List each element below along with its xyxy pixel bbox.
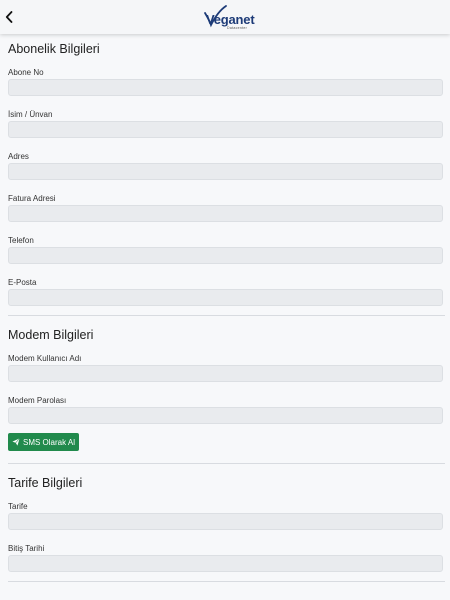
subscriber-number-label: Abone No	[8, 68, 44, 77]
billing-address-label: Fatura Adresi	[8, 194, 56, 203]
tariff-section-title: Tarife Bilgileri	[8, 476, 83, 490]
modem-section-title-wrap: Modem Bilgileri	[8, 327, 93, 344]
subscriber-number-field[interactable]	[8, 79, 443, 96]
phone-field[interactable]	[8, 247, 443, 264]
address-label-wrap: Adres	[8, 152, 29, 162]
top-bar: Veganet Datacenter	[0, 0, 450, 34]
name-title-field[interactable]	[8, 121, 443, 138]
subscription-section-title-wrap: Abonelik Bilgileri	[8, 41, 100, 58]
modem-password-field[interactable]	[8, 407, 443, 424]
email-field[interactable]	[8, 289, 443, 306]
end-date-field[interactable]	[8, 555, 443, 572]
end-date-label-wrap: Bitiş Tarihi	[8, 544, 44, 554]
paper-plane-icon	[12, 438, 20, 446]
address-field[interactable]	[8, 163, 443, 180]
billing-address-field[interactable]	[8, 205, 443, 222]
send-sms-button-label: SMS Olarak Al	[22, 437, 75, 447]
tariff-section-title-wrap: Tarife Bilgileri	[8, 475, 82, 492]
section-divider	[8, 581, 445, 582]
phone-label: Telefon	[8, 236, 34, 245]
email-label: E-Posta	[8, 278, 37, 287]
send-sms-button[interactable]: SMS Olarak Al	[8, 433, 79, 451]
modem-username-label: Modem Kullanıcı Adı	[8, 354, 82, 363]
modem-username-field[interactable]	[8, 365, 443, 382]
logo-subtext: Datacenter	[227, 26, 248, 30]
tariff-label-wrap: Tarife	[8, 502, 28, 512]
tariff-label: Tarife	[8, 502, 28, 511]
name-title-label: İsim / Ünvan	[8, 110, 53, 119]
name-title-label-wrap: İsim / Ünvan	[8, 110, 52, 120]
chevron-left-icon	[5, 11, 13, 23]
logo-text: Veganet	[206, 12, 255, 27]
modem-password-label-wrap: Modem Parolası	[8, 396, 66, 406]
tariff-field[interactable]	[8, 513, 443, 530]
section-divider	[8, 315, 445, 316]
address-label: Adres	[8, 152, 29, 161]
email-label-wrap: E-Posta	[8, 278, 36, 288]
end-date-label: Bitiş Tarihi	[8, 544, 45, 553]
phone-label-wrap: Telefon	[8, 236, 34, 246]
billing-address-label-wrap: Fatura Adresi	[8, 194, 56, 204]
brand-logo: Veganet Datacenter	[202, 4, 258, 30]
modem-username-label-wrap: Modem Kullanıcı Adı	[8, 354, 81, 364]
modem-password-label: Modem Parolası	[8, 396, 67, 405]
modem-section-title: Modem Bilgileri	[8, 328, 94, 342]
back-button[interactable]	[2, 8, 16, 26]
subscriber-number-label-wrap: Abone No	[8, 68, 44, 78]
section-divider	[8, 463, 445, 464]
subscription-section-title: Abonelik Bilgileri	[8, 42, 100, 56]
